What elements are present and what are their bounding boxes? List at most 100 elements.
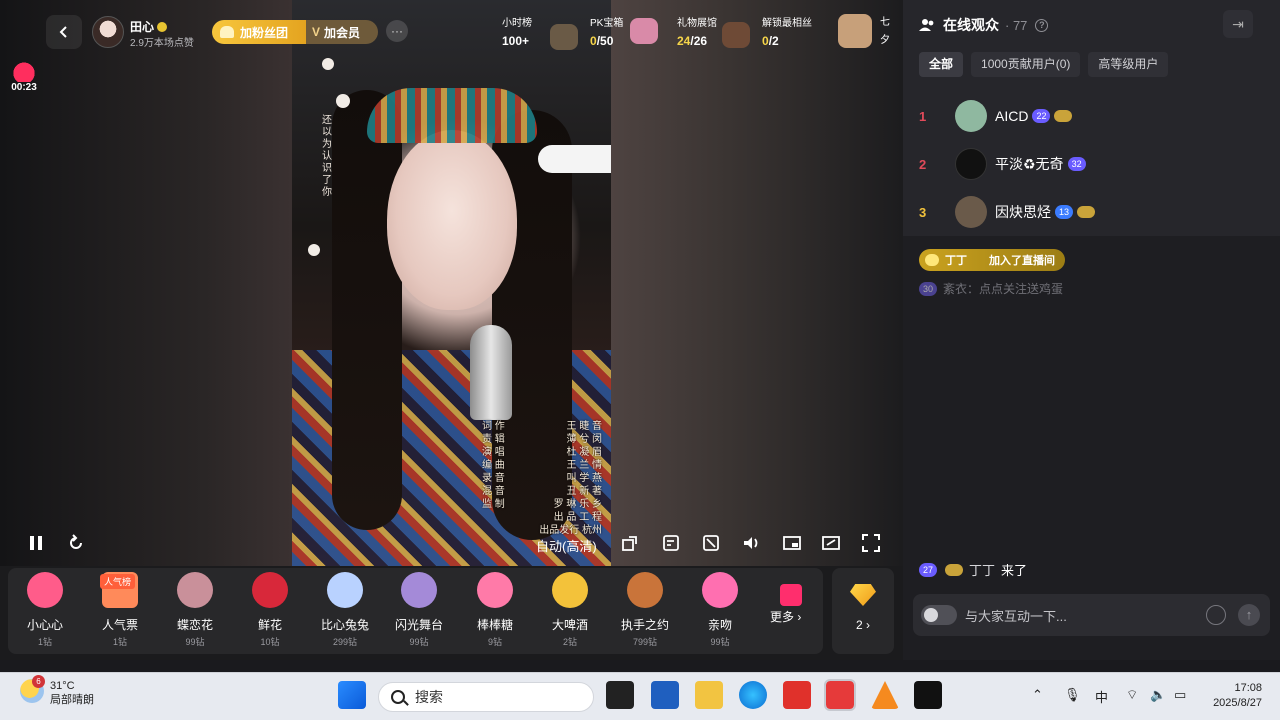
web-fullscreen-button[interactable] xyxy=(821,533,841,553)
vlc-icon[interactable] xyxy=(871,681,899,709)
douyin-icon[interactable] xyxy=(914,681,942,709)
live-duration-badge: 00:23 xyxy=(8,60,40,96)
taskbar-search[interactable]: 搜索 xyxy=(378,682,594,712)
unlock-task[interactable]: 解锁最相丝 0/2 xyxy=(762,14,812,48)
edge-icon[interactable] xyxy=(739,681,767,709)
more-options-button[interactable]: ··· xyxy=(386,20,408,42)
blurred-background-left xyxy=(0,0,292,566)
live-video[interactable]: 还以为认识了你 词 作王 睫 音 责 辑薄 兮 闵 演 唱杜 凝 眉 编 曲王 … xyxy=(292,0,611,566)
gift-promise-icon xyxy=(627,572,663,608)
microphone-icon[interactable]: 🎙 xyxy=(1064,687,1081,703)
gift-item[interactable]: 棒棒糖 9钻 xyxy=(460,572,530,648)
anchor-name[interactable]: 田心 xyxy=(130,18,168,35)
hourly-rank-icon xyxy=(550,24,578,50)
tab-all[interactable]: 全部 xyxy=(919,52,964,77)
start-icon[interactable] xyxy=(338,681,366,709)
festival-event-icon[interactable] xyxy=(838,14,872,48)
help-icon[interactable]: ? xyxy=(1035,18,1049,32)
gift-item[interactable]: 蝶恋花 99钻 xyxy=(160,572,230,648)
danmaku-settings-button[interactable] xyxy=(661,533,681,553)
gift-heart-icon xyxy=(27,572,63,608)
rotate-icon xyxy=(622,536,637,551)
fan-heart-icon xyxy=(220,26,234,38)
volume-button[interactable] xyxy=(741,533,761,553)
anchor-avatar[interactable] xyxy=(92,16,124,48)
chat-message: 27 丁丁 来了 xyxy=(919,560,1027,579)
app-red-icon[interactable] xyxy=(824,679,856,711)
refresh-icon xyxy=(70,534,82,549)
task-view-icon[interactable] xyxy=(606,681,634,709)
chat-message-faded: 30 紊衣：点点关注送鸡蛋 xyxy=(919,280,1063,297)
web-fullscreen-icon xyxy=(822,536,840,550)
gift-kiss-icon xyxy=(702,572,738,608)
chevron-up-icon[interactable]: ⌃ xyxy=(1032,687,1043,703)
more-gifts-button[interactable]: 更多 › xyxy=(770,608,801,625)
pk-treasure[interactable]: PK宝箱 0/50 xyxy=(590,14,623,48)
gift-tag: 人气榜 xyxy=(100,574,136,589)
quality-selector[interactable]: 自动(高清) xyxy=(536,536,597,555)
collapse-panel-button[interactable]: ⇥ xyxy=(1223,10,1253,38)
gift-item[interactable]: 闪光舞台 99钻 xyxy=(384,572,454,648)
gift-box-icon[interactable] xyxy=(780,584,802,606)
fan-badge-icon xyxy=(1054,110,1073,122)
gift-lollipop-icon xyxy=(477,572,513,608)
battery-icon[interactable]: ▭ xyxy=(1174,687,1186,703)
system-clock[interactable]: 17:08 2025/8/27 xyxy=(1196,681,1262,711)
tab-top-contributors[interactable]: 1000贡献用户(0) xyxy=(971,52,1081,77)
microphone xyxy=(470,325,512,420)
pause-button[interactable] xyxy=(26,533,46,553)
audience-row[interactable]: 2 平淡♻无奇 32 xyxy=(919,148,1086,180)
anchor-likes: 2.9万本场点赞 xyxy=(130,38,194,49)
audience-row[interactable]: 3 因炔思烃 13 xyxy=(919,196,1096,228)
volume-icon[interactable]: 🔈 xyxy=(1150,687,1166,703)
picture-in-picture-button[interactable] xyxy=(782,533,802,553)
wifi-icon[interactable]: ⌔ xyxy=(1126,687,1138,703)
gift-gallery[interactable]: 礼物展馆 24/26 xyxy=(677,14,717,48)
danmaku-toggle-button[interactable] xyxy=(701,533,721,553)
audience-title: 在线观众 · 77 ? xyxy=(919,15,1049,35)
windows-taskbar: 6 31°C 局部晴朗 搜索 ⌃ 🎙 中 ⌔ 🔈 ▭ 17:08 2025/8/2… xyxy=(0,672,1280,720)
fan-badge-icon xyxy=(945,563,964,576)
fullscreen-button[interactable] xyxy=(861,533,881,553)
chat-username[interactable]: 丁丁 xyxy=(969,560,995,579)
file-explorer-icon[interactable] xyxy=(695,681,723,709)
back-button[interactable] xyxy=(46,15,82,49)
hourly-rank[interactable]: 小时榜 100+ xyxy=(502,14,532,48)
audience-tabs: 全部 1000贡献用户(0) 高等级用户 xyxy=(919,52,1176,77)
gift-item[interactable]: 大啤酒 2钻 xyxy=(535,572,605,648)
gift-item[interactable]: 亲吻 99钻 xyxy=(685,572,755,648)
gift-item[interactable]: 比心兔兔 299钻 xyxy=(310,572,380,648)
live-stage: 还以为认识了你 词 作王 睫 音 责 辑薄 兮 闵 演 唱杜 凝 眉 编 曲王 … xyxy=(0,0,903,660)
refresh-button[interactable] xyxy=(66,533,86,553)
join-fan-club-button[interactable]: 加粉丝团 xyxy=(212,20,306,44)
wps-icon[interactable] xyxy=(783,681,811,709)
danmaku-toggle[interactable] xyxy=(921,605,957,625)
send-button[interactable]: ↑ xyxy=(1238,604,1260,626)
danmaku-settings-icon xyxy=(663,535,679,551)
tab-high-level[interactable]: 高等级用户 xyxy=(1088,52,1169,77)
live-icon xyxy=(10,60,38,82)
diamond-wallet[interactable]: 2 › xyxy=(832,568,894,654)
level-badge: 13 xyxy=(1055,205,1074,219)
danmaku-off-icon xyxy=(703,535,719,551)
rotate-button[interactable] xyxy=(620,533,640,553)
join-membership-button[interactable]: V 加会员 xyxy=(306,20,378,44)
audience-section: 在线观众 · 77 ? ⇥ 全部 1000贡献用户(0) 高等级用户 1 AIC… xyxy=(903,0,1280,236)
level-badge: 30 xyxy=(919,281,938,296)
audience-row[interactable]: 1 AICD 22 xyxy=(919,100,1073,132)
video-side-lyrics: 还以为认识了你 xyxy=(322,115,332,198)
gift-rose-icon xyxy=(252,572,288,608)
gift-item[interactable]: 鲜花 10钻 xyxy=(235,572,305,648)
weather-widget[interactable]: 6 31°C 局部晴朗 xyxy=(20,675,94,707)
diamond-icon xyxy=(850,584,876,606)
level-badge: 32 xyxy=(1067,157,1086,171)
store-icon[interactable] xyxy=(651,681,679,709)
emoji-icon[interactable] xyxy=(1206,605,1226,625)
chat-input[interactable]: 与大家互动一下... xyxy=(965,606,1206,625)
gift-item[interactable]: 人气榜 人气票 1钻 xyxy=(85,572,155,648)
speaker-icon xyxy=(744,537,758,549)
gift-item[interactable]: 执手之约 799钻 xyxy=(610,572,680,648)
ime-indicator[interactable]: 中 xyxy=(1095,687,1108,706)
gift-item[interactable]: 小心心 1钻 xyxy=(10,572,80,648)
chat-input-bar: 与大家互动一下... ↑ xyxy=(913,594,1270,636)
